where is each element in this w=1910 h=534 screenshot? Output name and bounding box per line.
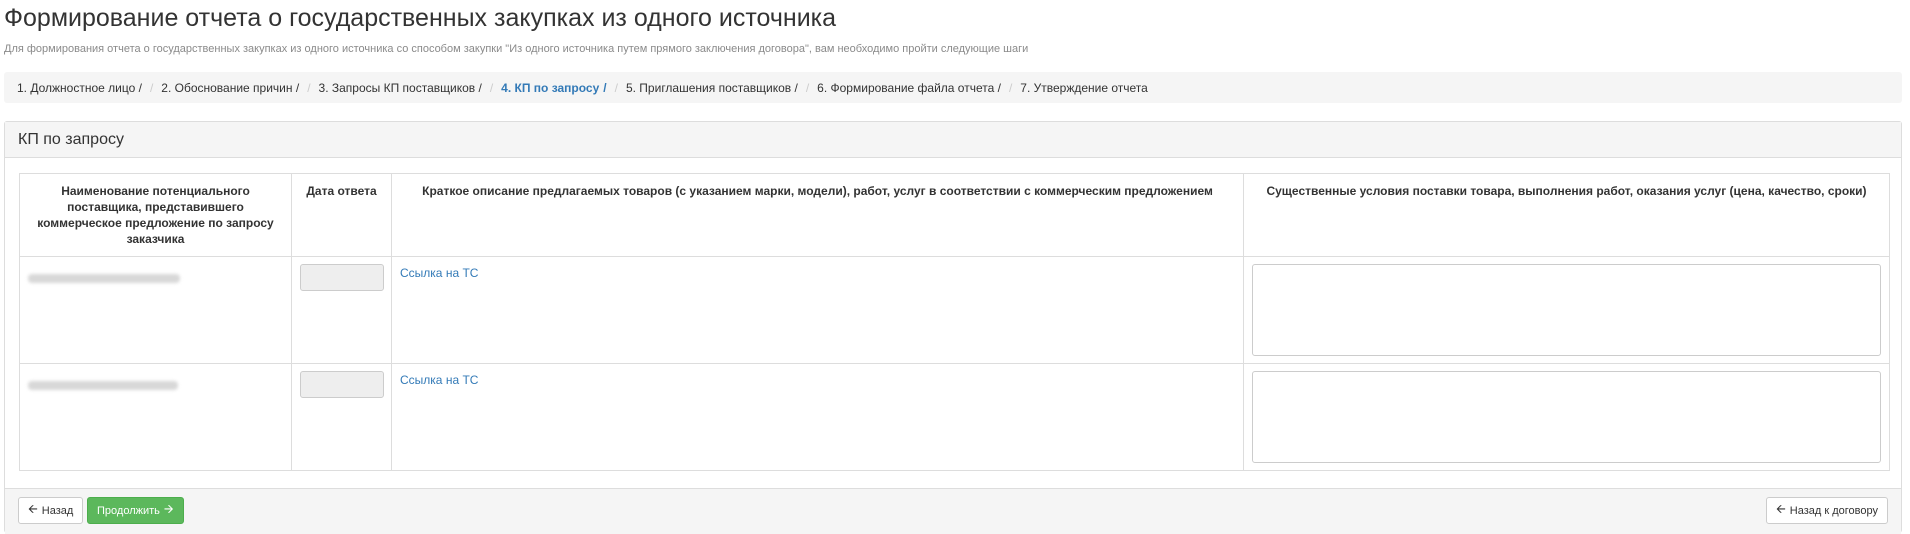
arrow-left-icon: 🡨 <box>1776 502 1786 516</box>
answer-date-field[interactable] <box>300 264 384 291</box>
column-header-conditions: Существенные условия поставки товара, вы… <box>1243 173 1890 257</box>
breadcrumb-step-2[interactable]: 2. Обоснование причин / <box>161 81 299 95</box>
description-cell: Ссылка на ТС <box>391 256 1244 364</box>
answer-date-field[interactable] <box>300 371 384 398</box>
redacted-supplier-name <box>28 381 178 390</box>
column-header-date: Дата ответа <box>291 173 392 257</box>
table-row: Ссылка на ТС <box>19 363 1890 471</box>
kp-table: Наименование потенциального поставщика, … <box>19 173 1890 471</box>
breadcrumb-separator: / <box>614 80 618 95</box>
back-to-contract-button[interactable]: 🡨 Назад к договору <box>1766 497 1888 524</box>
supplier-cell <box>19 363 292 471</box>
breadcrumb-step-7[interactable]: 7. Утверждение отчета <box>1020 81 1148 95</box>
breadcrumb-active-slash: / <box>603 80 607 95</box>
back-button[interactable]: 🡨 Назад <box>18 497 84 524</box>
breadcrumb: 1. Должностное лицо / / 2. Обоснование п… <box>4 72 1902 103</box>
page-subtitle: Для формирования отчета о государственны… <box>4 43 1029 55</box>
kp-panel: КП по запросу Наименование потенциальног… <box>4 121 1902 534</box>
arrow-right-icon: 🡪 <box>163 502 174 516</box>
breadcrumb-separator: / <box>805 80 810 95</box>
tech-spec-link[interactable]: Ссылка на ТС <box>400 373 478 387</box>
date-cell <box>291 363 392 471</box>
panel-heading: КП по запросу <box>5 122 1901 158</box>
page-title: Формирование отчета о государственных за… <box>4 4 837 32</box>
back-to-contract-label: Назад к договору <box>1789 504 1878 517</box>
column-header-supplier: Наименование потенциального поставщика, … <box>19 173 292 257</box>
table-header-row: Наименование потенциального поставщика, … <box>19 173 1890 257</box>
conditions-textarea[interactable] <box>1252 264 1881 356</box>
tech-spec-link[interactable]: Ссылка на ТС <box>400 266 478 280</box>
table-row: Ссылка на ТС <box>19 256 1890 364</box>
breadcrumb-step-5[interactable]: 5. Приглашения поставщиков / <box>626 81 798 95</box>
panel-footer: 🡨 Назад Продолжить 🡪 🡨 Назад к договору <box>5 488 1901 534</box>
breadcrumb-step-4-active[interactable]: 4. КП по запросу <box>501 81 599 95</box>
conditions-cell <box>1243 363 1890 471</box>
continue-button-label: Продолжить <box>97 504 160 517</box>
back-button-label: Назад <box>41 504 74 517</box>
conditions-cell <box>1243 256 1890 364</box>
continue-button[interactable]: Продолжить 🡪 <box>87 497 184 524</box>
redacted-supplier-name <box>28 274 180 283</box>
supplier-cell <box>19 256 292 364</box>
breadcrumb-separator: / <box>149 80 154 95</box>
conditions-textarea[interactable] <box>1252 371 1881 463</box>
breadcrumb-separator: / <box>1008 80 1013 95</box>
breadcrumb-step-6[interactable]: 6. Формирование файла отчета / <box>817 81 1001 95</box>
breadcrumb-step-3[interactable]: 3. Запросы КП поставщиков / <box>319 81 482 95</box>
breadcrumb-step-1[interactable]: 1. Должностное лицо / <box>17 81 142 95</box>
breadcrumb-separator: / <box>489 80 494 95</box>
column-header-description: Краткое описание предлагаемых товаров (с… <box>391 173 1244 257</box>
description-cell: Ссылка на ТС <box>391 363 1244 471</box>
breadcrumb-separator: / <box>307 80 311 95</box>
arrow-left-icon: 🡨 <box>28 502 38 516</box>
date-cell <box>291 256 392 364</box>
